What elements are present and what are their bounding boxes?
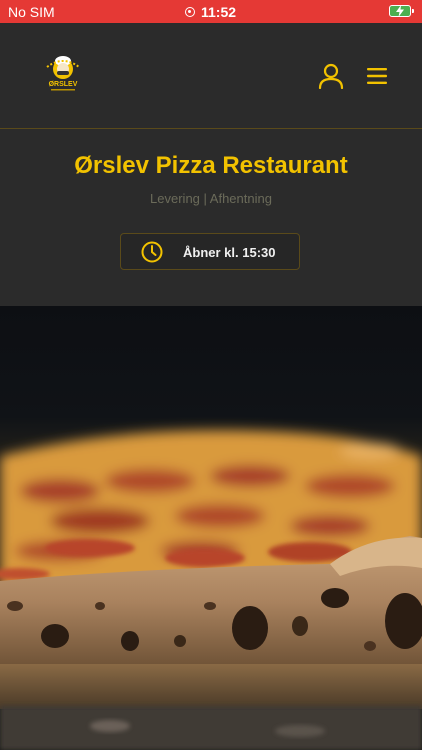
hamburger-menu-icon[interactable] — [365, 67, 389, 85]
status-time: 11:52 — [201, 4, 237, 20]
restaurant-name: Ørslev Pizza Restaurant — [74, 152, 348, 179]
bolt-icon — [396, 5, 404, 17]
opening-hours-label: Åbner kl. 15:30 — [183, 245, 276, 260]
battery-charging-icon — [389, 5, 414, 17]
status-clock: 11:52 — [185, 4, 236, 20]
restaurant-info: Ørslev Pizza Restaurant Levering | Afhen… — [0, 129, 422, 306]
clock-icon — [141, 241, 163, 263]
pizza-illustration — [0, 430, 422, 750]
recording-dot-icon — [185, 7, 195, 17]
carrier-label: No SIM — [8, 4, 55, 20]
opening-hours-button[interactable]: Åbner kl. 15:30 — [120, 233, 300, 270]
service-options: Levering | Afhentning — [150, 191, 272, 206]
logo-text: ØRSLEV — [49, 81, 78, 88]
app-header: ØRSLEV — [0, 23, 422, 129]
status-bar: No SIM 11:52 — [0, 0, 422, 23]
user-icon[interactable] — [318, 63, 344, 89]
pizza-photo — [0, 306, 422, 750]
restaurant-logo[interactable]: ØRSLEV — [42, 51, 84, 93]
